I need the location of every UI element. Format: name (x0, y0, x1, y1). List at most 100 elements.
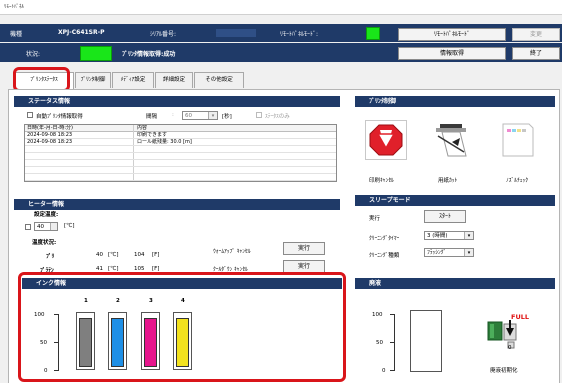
waste-tick-50: 50 (376, 340, 383, 346)
heater-platen-c: 41 (96, 266, 103, 272)
cooldown-cancel-label: ｸｰﾙﾀﾞｳﾝ ｷｬﾝｾﾙ (213, 267, 248, 273)
serial-value-redacted (216, 29, 256, 37)
cancel-print-icon (369, 124, 403, 156)
info-get-button[interactable]: 情報取得 (398, 47, 506, 60)
tab-media-settings[interactable]: ﾒﾃﾞｨｱ設定 (112, 72, 154, 88)
table-row (25, 174, 336, 181)
paper-cut-label: 用紙ｶｯﾄ (438, 178, 458, 184)
heater-pre-c: 40 (96, 252, 103, 258)
model-label: 機種 (10, 31, 23, 38)
status-label: 状況: (26, 51, 41, 58)
nozzle-check-icon (502, 123, 534, 157)
cleaning-type-label: ｸﾘｰﾆﾝｸﾞ種類 (369, 253, 400, 259)
history-datetime: 2024-09-08 18:23 (27, 139, 73, 145)
heater-pre-c-unit: [℃] (108, 252, 119, 258)
tab-other-settings[interactable]: その他設定 (194, 72, 244, 88)
table-row (25, 160, 336, 167)
ink-tick-0: 0 (44, 368, 48, 374)
ink-tick-mark (54, 342, 59, 343)
waste-counter: 0 (508, 345, 512, 351)
status-message: ﾌﾟﾘﾝﾀ情報取得:成功 (122, 51, 176, 58)
ink-tank-1 (76, 312, 95, 370)
waste-tick-mark (390, 342, 395, 343)
history-datetime: 2024-09-08 18:23 (27, 132, 73, 138)
ink-tank-3 (141, 312, 160, 370)
interval-unit: [秒] (222, 114, 232, 120)
table-row[interactable]: 2024-09-08 18:23 ロール紙残量: 30.0 [m] (25, 139, 336, 146)
cooldown-cancel-execute-button[interactable]: 実行 (283, 260, 325, 273)
warmup-cancel-execute-button[interactable]: 実行 (283, 242, 325, 255)
ink-tank-2 (108, 312, 127, 370)
cleaning-timer-select[interactable]: 3 (時間) ▾ (424, 231, 474, 240)
status-only-checkbox[interactable] (256, 112, 262, 118)
heater-pre-name: ﾌﾟﾘ (46, 254, 55, 260)
remote-panel-window: ﾘﾓｰﾄﾊﾟﾈﾙ 機種 XPJ-C641SR-P ｼﾘｱﾙ番号: ﾘﾓｰﾄﾊﾟﾈ… (0, 0, 562, 383)
ink-tank-number: 3 (149, 298, 153, 304)
table-row (25, 146, 336, 153)
heater-platen-c-unit: [℃] (108, 266, 119, 272)
set-temp-label: 設定温度: (34, 212, 59, 218)
waste-tick-mark (390, 314, 395, 315)
remote-mode-indicator (366, 27, 380, 40)
waste-tick-0: 0 (382, 368, 386, 374)
tab-detail-settings[interactable]: 詳細設定 (155, 72, 193, 88)
paper-cut-button[interactable] (430, 118, 472, 158)
cleaning-timer-value: 3 (時間) (427, 233, 448, 239)
waste-tick-mark (390, 370, 395, 371)
remote-panel-mode-button[interactable]: ﾘﾓｰﾄﾊﾟﾈﾙﾓｰﾄﾞ (398, 28, 506, 41)
table-row[interactable]: 2024-09-08 18:23 印刷できます (25, 132, 336, 139)
history-header-datetime: 日時(年-月-日-時:分) (27, 125, 73, 131)
heater-platen-f-unit: [F] (152, 266, 160, 272)
nozzle-check-button[interactable] (497, 120, 539, 160)
cancel-print-label: 印刷ｷｬﾝｾﾙ (369, 178, 394, 184)
waste-full-label: FULL (511, 313, 530, 321)
history-content: ロール紙残量: 30.0 [m] (137, 139, 192, 145)
set-temp-checkbox[interactable] (25, 224, 31, 230)
window-title: ﾘﾓｰﾄﾊﾟﾈﾙ (4, 4, 25, 10)
tab-printer-control[interactable]: ﾌﾟﾘﾝﾀ制御 (75, 72, 111, 88)
waste-tank (410, 310, 442, 372)
status-info-header: ステータス情報 (14, 96, 340, 107)
chevron-down-icon: ▾ (464, 249, 473, 256)
heater-pre-f: 104 (134, 252, 145, 258)
printer-control-header: ﾌﾟﾘﾝﾀ制御 (355, 96, 555, 107)
set-temp-input[interactable]: 40 (34, 222, 58, 231)
serial-label: ｼﾘｱﾙ番号: (150, 31, 177, 38)
paper-cut-icon (436, 124, 467, 157)
spinner-icon (50, 223, 57, 230)
temp-status-label: 温度状況: (32, 240, 57, 246)
exit-button[interactable]: 終了 (512, 47, 560, 60)
history-header-row: 日時(年-月-日-時:分) 内容 (25, 125, 336, 181)
waste-reset-label: 廃液初期化 (490, 368, 518, 374)
interval-input[interactable]: 60 ▾ (182, 111, 218, 120)
table-row (25, 167, 336, 174)
chevron-down-icon: ▾ (464, 232, 473, 239)
ink-tick-100: 100 (34, 312, 45, 318)
ink-tick-50: 50 (40, 340, 47, 346)
sleep-start-button[interactable]: ｽﾀｰﾄ (424, 210, 466, 223)
header-row-model: 機種 XPJ-C641SR-P ｼﾘｱﾙ番号: ﾘﾓｰﾄﾊﾟﾈﾙﾓｰﾄﾞ: ﾘﾓ… (0, 24, 562, 42)
status-indicator (80, 46, 112, 61)
heater-platen-f: 105 (134, 266, 145, 272)
tab-printer-status[interactable]: ﾌﾟﾘﾝﾀｽﾃｰﾀｽ (14, 72, 74, 89)
cleaning-timer-label: ｸﾘｰﾆﾝｸﾞﾀｲﾏｰ (369, 236, 400, 242)
status-history-list[interactable]: 日時(年-月-日-時:分) 内容 2024-09-08 18:23 印刷できます… (24, 124, 337, 182)
cancel-print-button[interactable] (365, 120, 407, 160)
history-header-content: 内容 (137, 125, 148, 131)
warmup-cancel-label: ｳｫｰﾑｱｯﾌﾟ ｷｬﾝｾﾙ (213, 249, 251, 255)
nozzle-check-label: ﾉｽﾞﾙﾁｪｯｸ (506, 178, 529, 184)
ink-level-fill (111, 318, 124, 367)
ink-level-fill (79, 318, 92, 367)
remote-mode-label: ﾘﾓｰﾄﾊﾟﾈﾙﾓｰﾄﾞ: (280, 31, 319, 38)
header-row-status: 状況: ﾌﾟﾘﾝﾀ情報取得:成功 情報取得 終了 (0, 43, 562, 62)
sleep-execute-label: 実行 (369, 216, 381, 222)
change-button[interactable]: 変更 (512, 28, 560, 41)
history-content: 印刷できます (137, 132, 168, 138)
cleaning-type-value: ﾌﾗｯｼﾝｸﾞ (427, 250, 447, 256)
cleaning-type-select[interactable]: ﾌﾗｯｼﾝｸﾞ ▾ (424, 248, 474, 257)
ink-tank-number: 2 (116, 298, 120, 304)
sleep-mode-header: スリープモード (355, 195, 555, 206)
auto-get-checkbox[interactable] (27, 112, 33, 118)
heater-platen-name: ﾌﾟﾗﾃﾝ (40, 268, 54, 274)
table-row (25, 153, 336, 160)
